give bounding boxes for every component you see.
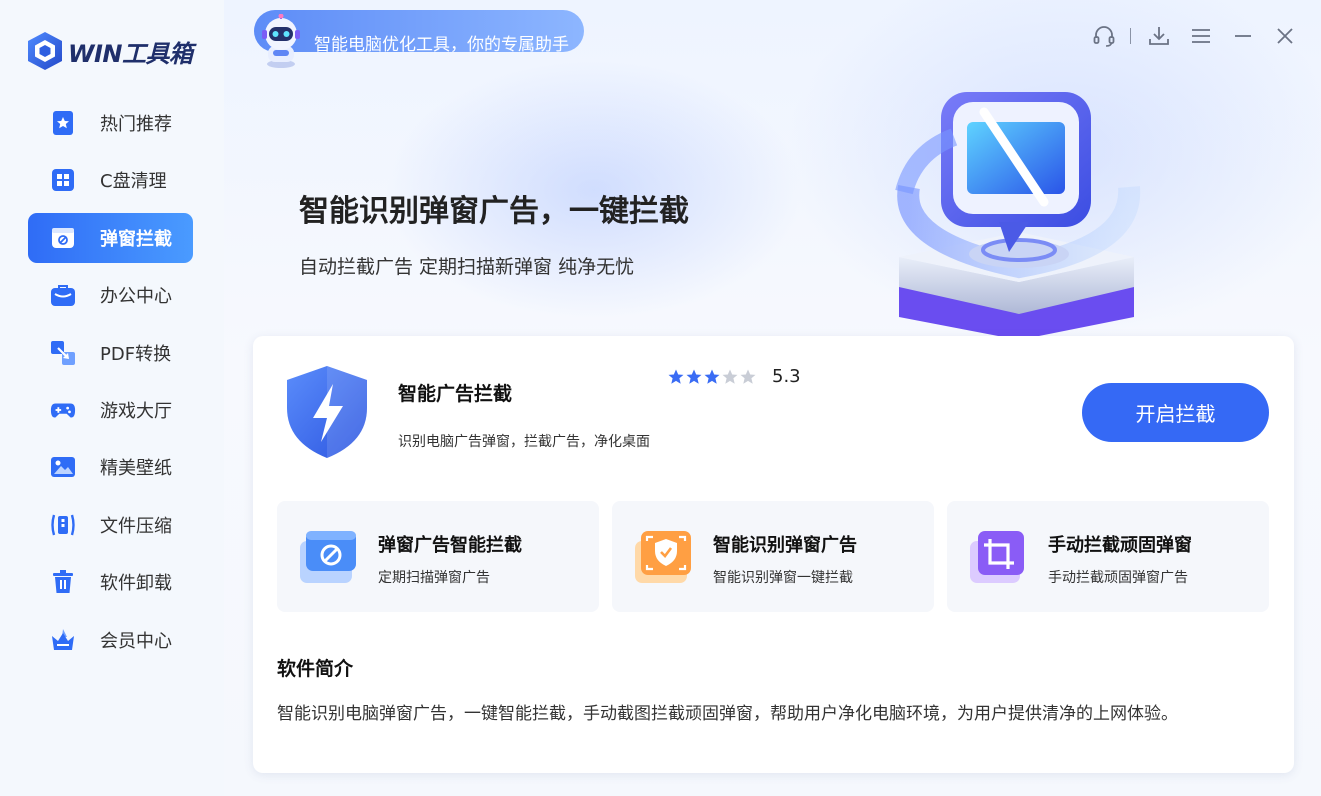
star-bookmark-icon xyxy=(50,110,76,136)
crown-icon xyxy=(50,627,76,653)
intro-heading: 软件简介 xyxy=(277,658,354,680)
controls-divider xyxy=(1130,28,1131,44)
crop-icon xyxy=(970,531,1024,583)
blocked-window-icon xyxy=(300,531,356,583)
sidebar-item-label: 热门推荐 xyxy=(100,114,172,135)
sidebar-item-popup-block[interactable]: 弹窗拦截 xyxy=(28,212,193,263)
minimize-icon[interactable] xyxy=(1229,22,1257,50)
menu-icon[interactable] xyxy=(1187,22,1215,50)
app-detail-card: 智能广告拦截 识别电脑广告弹窗，拦截广告，净化桌面 5.3 开启拦截 弹窗广告智… xyxy=(253,336,1294,773)
main-area: 智能电脑优化工具，你的专属助手 智能识别弹窗广告，一键拦截 自动拦截广告 定期扫… xyxy=(224,0,1321,796)
popup-block-icon xyxy=(50,225,76,251)
rating-stars: 5.3 xyxy=(668,366,801,387)
feature-list: 弹窗广告智能拦截 定期扫描弹窗广告 智能识别弹窗广告 智能识别弹窗一键拦截 手动… xyxy=(277,501,1282,612)
logo-text: WIN工具箱 xyxy=(68,39,193,68)
sidebar-item-label: 会员中心 xyxy=(100,630,172,652)
sidebar-item-c-clean[interactable]: C盘清理 xyxy=(28,155,193,205)
app-description: 识别电脑广告弹窗，拦截广告，净化桌面 xyxy=(398,434,650,450)
sidebar-item-hot[interactable]: 热门推荐 xyxy=(28,98,193,148)
star-empty-icon xyxy=(722,369,738,384)
sidebar-item-label: 弹窗拦截 xyxy=(100,228,172,250)
sidebar-item-vip[interactable]: 会员中心 xyxy=(28,615,193,665)
sidebar-item-label: C盘清理 xyxy=(100,171,167,193)
sidebar-nav: 热门推荐 C盘清理 弹窗拦截 办公中心 PDF转换 游戏大厅 精美壁纸 文件压缩… xyxy=(28,98,193,672)
feature-card-smart-detect[interactable]: 智能识别弹窗广告 智能识别弹窗一键拦截 xyxy=(612,501,934,612)
feature-title: 智能识别弹窗广告 xyxy=(713,535,857,556)
shield-scan-icon xyxy=(635,531,691,583)
sidebar-item-label: PDF转换 xyxy=(100,343,172,365)
headset-icon[interactable] xyxy=(1090,22,1118,50)
sidebar-item-uninstall[interactable]: 软件卸载 xyxy=(28,557,193,607)
briefcase-icon xyxy=(50,282,76,308)
hero-title: 智能识别弹窗广告，一键拦截 xyxy=(299,194,689,229)
sidebar-item-label: 软件卸载 xyxy=(100,573,172,595)
feature-card-popup-block[interactable]: 弹窗广告智能拦截 定期扫描弹窗广告 xyxy=(277,501,599,612)
window-controls xyxy=(1076,22,1299,50)
sidebar-item-games[interactable]: 游戏大厅 xyxy=(28,385,193,435)
sidebar: WIN工具箱 热门推荐 C盘清理 弹窗拦截 办公中心 PDF转换 游戏大厅 精美… xyxy=(0,0,224,796)
star-filled-icon xyxy=(686,369,702,384)
grid-icon xyxy=(50,167,76,193)
slogan-text: 智能电脑优化工具，你的专属助手 xyxy=(314,34,569,55)
app-name: 智能广告拦截 xyxy=(398,383,513,405)
popup-block-illustration-icon xyxy=(895,92,1141,340)
enable-block-button[interactable]: 开启拦截 xyxy=(1082,383,1269,442)
download-icon[interactable] xyxy=(1145,22,1173,50)
sidebar-item-label: 游戏大厅 xyxy=(100,400,172,422)
sidebar-item-office[interactable]: 办公中心 xyxy=(28,270,193,320)
intro-text: 智能识别电脑弹窗广告，一键智能拦截，手动截图拦截顽固弹窗，帮助用户净化电脑环境，… xyxy=(277,704,1178,724)
feature-description: 定期扫描弹窗广告 xyxy=(378,570,490,586)
sidebar-item-compress[interactable]: 文件压缩 xyxy=(28,500,193,550)
hero-subtitle: 自动拦截广告 定期扫描新弹窗 纯净无忧 xyxy=(299,256,635,278)
close-icon[interactable] xyxy=(1271,22,1299,50)
app-logo: WIN工具箱 xyxy=(26,30,193,72)
feature-description: 智能识别弹窗一键拦截 xyxy=(713,570,853,586)
sidebar-item-wallpaper[interactable]: 精美壁纸 xyxy=(28,442,193,492)
feature-description: 手动拦截顽固弹窗广告 xyxy=(1048,570,1188,586)
feature-title: 弹窗广告智能拦截 xyxy=(378,535,522,556)
sidebar-item-label: 办公中心 xyxy=(100,286,172,308)
star-filled-icon xyxy=(668,369,684,384)
logo-icon xyxy=(28,32,62,70)
gamepad-icon xyxy=(50,397,76,423)
sidebar-item-pdf[interactable]: PDF转换 xyxy=(28,328,193,378)
rating-value: 5.3 xyxy=(772,366,801,387)
convert-icon xyxy=(50,340,76,366)
image-icon xyxy=(50,454,76,480)
robot-mascot-icon xyxy=(262,14,300,68)
star-filled-icon xyxy=(704,369,720,384)
feature-card-manual-block[interactable]: 手动拦截顽固弹窗 手动拦截顽固弹窗广告 xyxy=(947,501,1269,612)
compress-icon xyxy=(50,512,76,538)
slogan: 智能电脑优化工具，你的专属助手 xyxy=(254,14,569,70)
feature-title: 手动拦截顽固弹窗 xyxy=(1048,535,1192,556)
sidebar-item-label: 精美壁纸 xyxy=(100,458,172,480)
sidebar-item-label: 文件压缩 xyxy=(100,515,172,537)
shield-lightning-icon xyxy=(287,366,367,458)
star-empty-icon xyxy=(740,369,756,384)
trash-icon xyxy=(50,569,76,595)
